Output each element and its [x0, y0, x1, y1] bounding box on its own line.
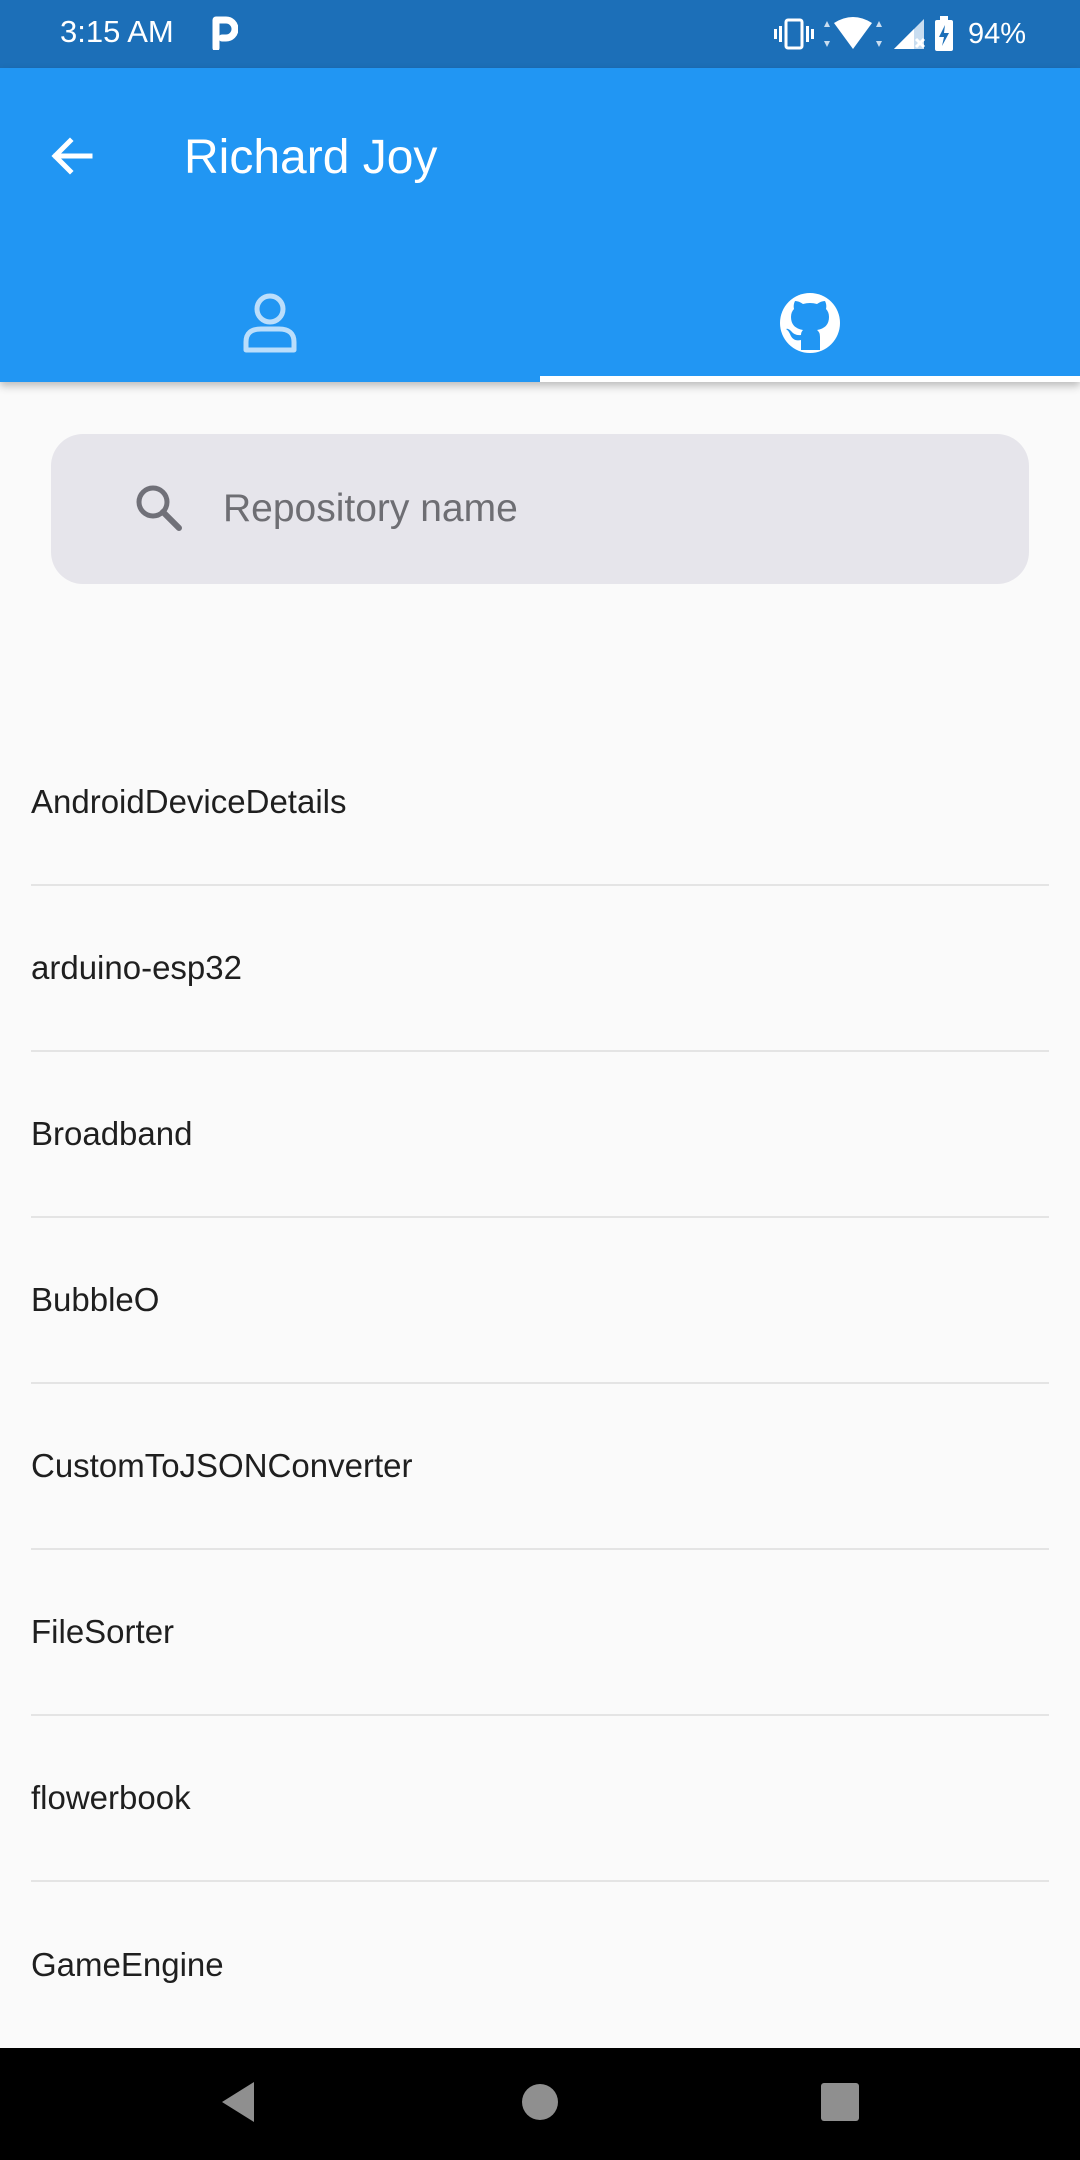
repository-name: CustomToJSONConverter: [31, 1447, 413, 1484]
repository-name: AndroidDeviceDetails: [31, 783, 347, 820]
repository-name: GameEngine: [31, 1946, 224, 1983]
nav-back-button[interactable]: [208, 2074, 268, 2134]
github-icon: [779, 292, 841, 359]
list-item[interactable]: Broadband: [31, 1052, 1049, 1218]
list-item[interactable]: CustomToJSONConverter: [31, 1384, 1049, 1550]
battery-charging-icon: [934, 16, 954, 52]
list-item[interactable]: AndroidDeviceDetails: [31, 720, 1049, 886]
search-input[interactable]: [223, 474, 1003, 544]
app-bar: Richard Joy: [0, 68, 1080, 382]
status-icons: 94%: [773, 14, 1026, 54]
status-bar: 3:15 AM 94%: [0, 0, 1080, 68]
repository-name: FileSorter: [31, 1613, 175, 1650]
list-item[interactable]: FileSorter: [31, 1550, 1049, 1716]
list-item[interactable]: GameEngine: [31, 1882, 1049, 2048]
cell-signal-icon: [892, 17, 926, 51]
repository-name: arduino-esp32: [31, 949, 242, 986]
person-outline-icon: [241, 291, 299, 360]
recents-square-icon: [820, 2082, 860, 2127]
repository-name: Broadband: [31, 1115, 193, 1152]
arrow-back-icon: [50, 134, 94, 183]
list-item[interactable]: BubbleO: [31, 1218, 1049, 1384]
repository-name: BubbleO: [31, 1281, 160, 1318]
status-time: 3:15 AM: [60, 14, 174, 49]
search-box[interactable]: [51, 434, 1029, 584]
tab-repositories[interactable]: [540, 268, 1080, 382]
nav-recents-button[interactable]: [810, 2074, 870, 2134]
tab-bar: [0, 268, 1080, 382]
tab-profile[interactable]: [0, 268, 540, 382]
repository-name: flowerbook: [31, 1779, 191, 1816]
nav-home-button[interactable]: [510, 2074, 570, 2134]
back-triangle-icon: [218, 2080, 258, 2129]
page-title: Richard Joy: [184, 131, 438, 184]
back-button[interactable]: [28, 114, 116, 202]
list-item[interactable]: flowerbook: [31, 1716, 1049, 1882]
tab-indicator: [540, 376, 1080, 382]
vibrate-icon: [773, 17, 814, 51]
parking-notification-icon: [212, 16, 239, 52]
home-circle-icon: [520, 2082, 560, 2127]
list-item[interactable]: arduino-esp32: [31, 886, 1049, 1052]
system-navigation-bar: [0, 2048, 1080, 2160]
battery-percentage: 94%: [967, 17, 1026, 50]
search-icon: [133, 482, 185, 539]
wifi-icon: [822, 17, 884, 51]
repository-list: AndroidDeviceDetails arduino-esp32 Broad…: [31, 720, 1049, 2048]
